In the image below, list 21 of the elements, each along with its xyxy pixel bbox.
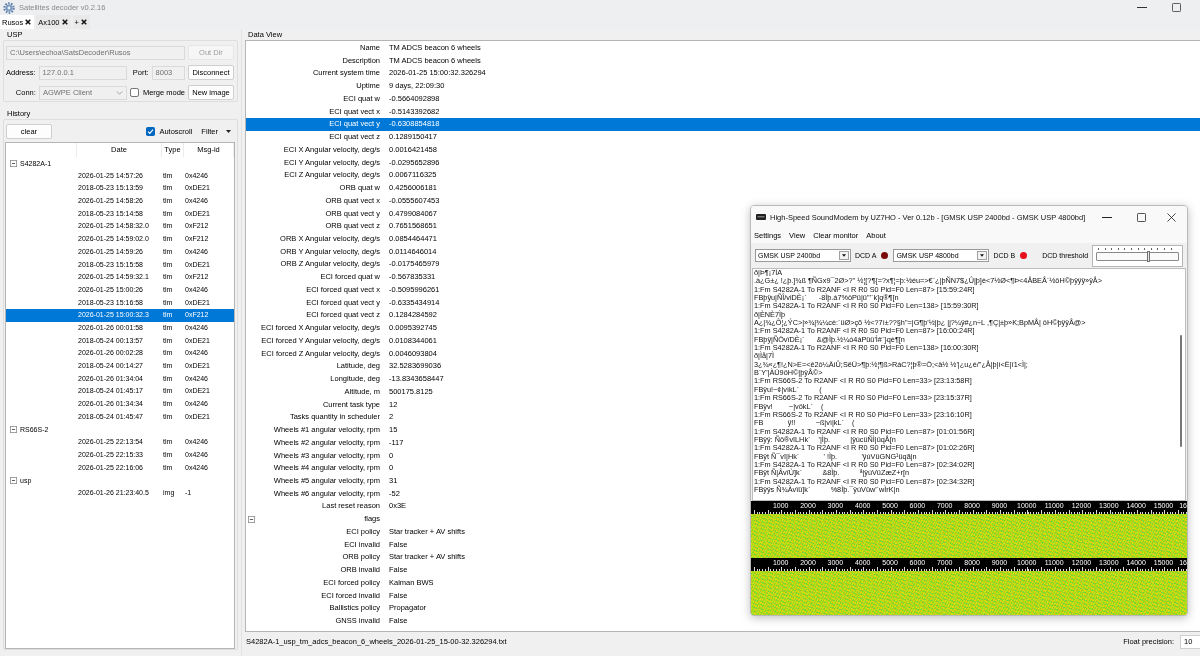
caret-down-icon[interactable]	[226, 129, 231, 133]
caret-down-icon[interactable]	[977, 251, 988, 260]
checkbox[interactable]	[146, 126, 156, 136]
close-icon[interactable]	[1167, 212, 1176, 222]
close-icon[interactable]	[80, 19, 87, 25]
close-icon[interactable]	[61, 19, 68, 25]
device-icon	[756, 214, 766, 220]
slider-track[interactable]	[1096, 251, 1180, 261]
maximize-icon[interactable]	[1137, 212, 1146, 222]
minimize-icon[interactable]	[1102, 216, 1112, 218]
caret-down-icon[interactable]	[839, 251, 849, 260]
minus-icon[interactable]	[10, 477, 17, 485]
scrollbar-thumb[interactable]	[1180, 335, 1182, 447]
minus-icon[interactable]	[248, 516, 255, 524]
slider-thumb[interactable]	[1147, 250, 1151, 262]
threshold-slider[interactable]	[1092, 244, 1184, 267]
minus-icon[interactable]	[10, 159, 17, 167]
maximize-icon[interactable]	[1172, 3, 1181, 12]
checkbox[interactable]	[129, 88, 139, 97]
minus-icon[interactable]	[10, 426, 17, 434]
close-icon[interactable]	[25, 19, 32, 25]
